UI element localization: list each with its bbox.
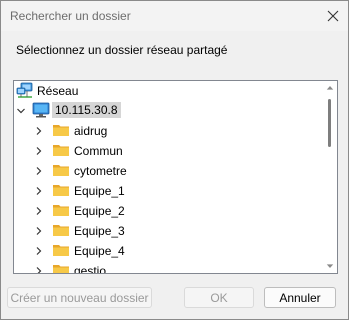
tree-item-folder[interactable]: Commun [14, 141, 322, 161]
dialog-title: Rechercher un dossier [10, 9, 131, 23]
expand-toggle[interactable] [33, 265, 45, 273]
tree-item-folder[interactable]: Equipe_3 [14, 221, 322, 241]
chevron-right-icon [36, 167, 42, 175]
tree-item-folder[interactable]: aidrug [14, 121, 322, 141]
browse-folder-dialog: Rechercher un dossier Sélectionnez un do… [0, 0, 349, 320]
expand-toggle[interactable] [33, 125, 45, 137]
expand-toggle[interactable] [33, 165, 45, 177]
folder-icon [53, 165, 69, 176]
tree-item-folder[interactable]: gestio [14, 261, 322, 274]
computer-icon [32, 102, 50, 118]
title-bar: Rechercher un dossier [1, 1, 348, 31]
chevron-right-icon [36, 227, 42, 235]
close-button[interactable] [318, 1, 348, 31]
folder-icon [53, 185, 69, 196]
chevron-right-icon [36, 207, 42, 215]
folder-icon [53, 245, 69, 256]
vertical-scrollbar[interactable] [323, 81, 337, 273]
expand-toggle[interactable] [33, 185, 45, 197]
expand-toggle[interactable] [33, 205, 45, 217]
new-folder-button[interactable]: Créer un nouveau dossier [7, 287, 152, 308]
expand-toggle[interactable] [33, 145, 45, 157]
scroll-thumb[interactable] [328, 99, 331, 147]
chevron-right-icon [36, 267, 42, 273]
tree-item-label: Equipe_4 [74, 244, 125, 258]
tree-item-label: Equipe_1 [74, 184, 125, 198]
tree-item-label: gestio [74, 264, 107, 274]
chevron-right-icon [36, 247, 42, 255]
close-icon [327, 10, 339, 22]
folder-icon [53, 145, 69, 156]
tree-item-label: Equipe_2 [74, 204, 125, 218]
scroll-down-button[interactable] [325, 261, 335, 271]
tree-item-folder[interactable]: cytometre [14, 161, 322, 181]
tree-item-label: aidrug [74, 124, 108, 138]
scroll-up-button[interactable] [325, 83, 335, 93]
chevron-right-icon [36, 147, 42, 155]
ok-button[interactable]: OK [184, 287, 254, 308]
tree-item-label: cytometre [74, 164, 127, 178]
tree-item-network[interactable]: Réseau [14, 81, 322, 101]
instruction-text: Sélectionnez un dossier réseau partagé [16, 43, 228, 57]
folder-icon [53, 205, 69, 216]
triangle-up-icon [326, 86, 334, 90]
tree-item-folder[interactable]: Equipe_2 [14, 201, 322, 221]
cancel-button[interactable]: Annuler [264, 287, 336, 308]
chevron-right-icon [36, 127, 42, 135]
tree-item-folder[interactable]: Equipe_1 [14, 181, 322, 201]
triangle-down-icon [326, 264, 334, 268]
folder-icon [53, 265, 69, 273]
tree-item-folder[interactable]: Equipe_4 [14, 241, 322, 261]
folder-icon [53, 225, 69, 236]
network-icon [16, 82, 33, 98]
tree-item-label: Réseau [37, 84, 79, 98]
expand-toggle[interactable] [15, 105, 27, 117]
folder-icon [53, 125, 69, 136]
folder-tree[interactable]: Réseau 10.115.30.8 aidrug Commun cytomet… [13, 80, 338, 274]
tree-item-computer[interactable]: 10.115.30.8 [14, 101, 322, 121]
tree-item-label: Equipe_3 [74, 224, 125, 238]
expand-toggle[interactable] [33, 225, 45, 237]
chevron-right-icon [36, 187, 42, 195]
expand-toggle[interactable] [33, 245, 45, 257]
tree-item-label: Commun [74, 144, 123, 158]
tree-item-label: 10.115.30.8 [52, 102, 121, 118]
chevron-down-icon [17, 108, 25, 114]
